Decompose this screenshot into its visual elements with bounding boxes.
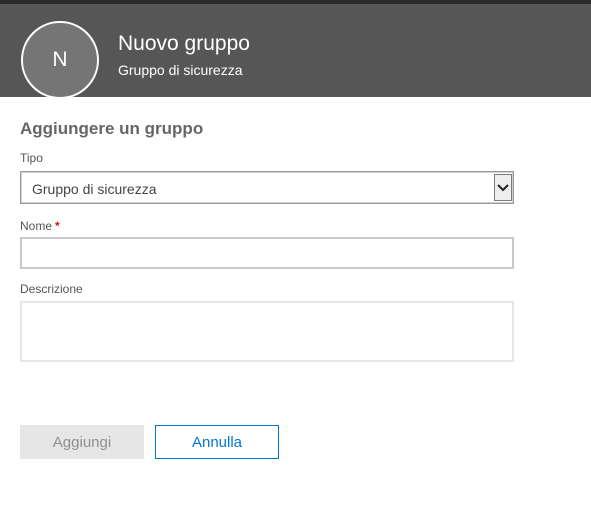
- group-type-value: Gruppo di sicurezza: [32, 181, 157, 197]
- avatar: N: [21, 21, 99, 99]
- chevron-down-icon[interactable]: [494, 174, 512, 201]
- name-label-row: Nome *: [20, 219, 60, 233]
- page-title: Nuovo gruppo: [118, 32, 250, 55]
- page-subtitle: Gruppo di sicurezza: [118, 62, 243, 78]
- type-label: Tipo: [20, 151, 43, 165]
- avatar-initial: N: [52, 48, 68, 71]
- group-type-select[interactable]: Gruppo di sicurezza: [20, 171, 514, 204]
- cancel-button[interactable]: Annulla: [155, 425, 279, 459]
- chevron-down-glyph: [497, 183, 509, 191]
- add-button[interactable]: Aggiungi: [20, 425, 144, 459]
- description-textarea[interactable]: [20, 301, 514, 362]
- section-title: Aggiungere un gruppo: [20, 119, 204, 138]
- name-label: Nome: [20, 219, 53, 233]
- description-label: Descrizione: [20, 282, 83, 296]
- name-input[interactable]: [20, 237, 514, 269]
- required-asterisk: *: [55, 219, 60, 233]
